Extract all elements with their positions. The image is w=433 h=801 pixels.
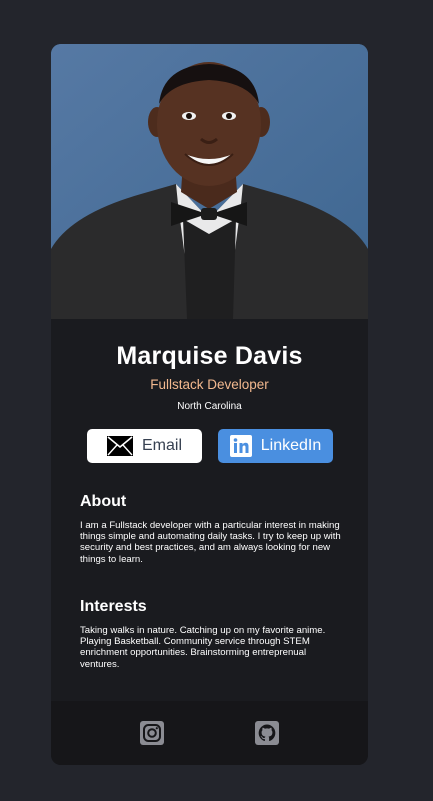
instagram-icon[interactable]	[140, 721, 164, 745]
about-text: I am a Fullstack developer with a partic…	[80, 520, 341, 565]
profile-location: North Carolina	[177, 401, 242, 412]
email-button[interactable]: Email	[87, 429, 202, 463]
envelope-icon	[106, 436, 133, 456]
about-heading: About	[80, 493, 127, 510]
github-icon[interactable]	[255, 721, 279, 745]
interests-text: Taking walks in nature. Catching up on m…	[80, 625, 326, 670]
linkedin-button[interactable]: LinkedIn	[218, 429, 333, 463]
profile-card: Marquise Davis Fullstack Developer North…	[51, 44, 368, 765]
linkedin-button-label: LinkedIn	[260, 437, 322, 454]
profile-title: Fullstack Developer	[150, 377, 269, 392]
profile-photo	[51, 44, 368, 319]
interests-heading: Interests	[80, 598, 147, 615]
linkedin-icon	[229, 435, 252, 457]
profile-name: Marquise Davis	[116, 342, 303, 370]
footer	[51, 701, 368, 765]
email-button-label: Email	[141, 437, 182, 454]
